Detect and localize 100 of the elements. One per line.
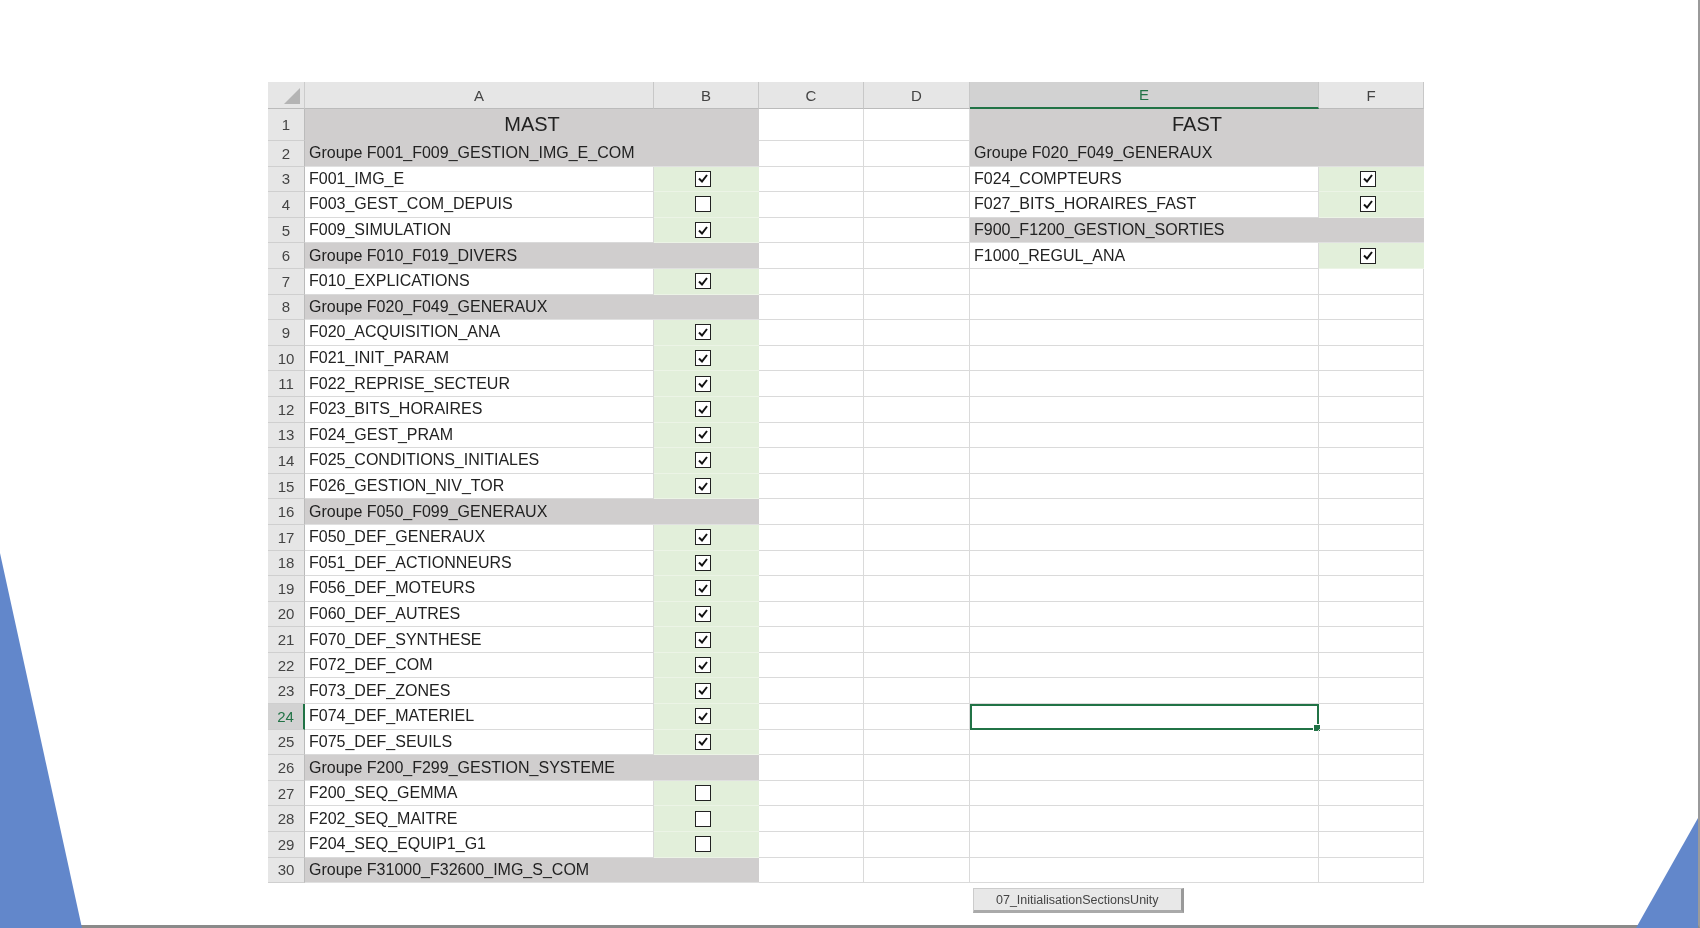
row-header[interactable]: 14 — [268, 448, 305, 474]
checkbox[interactable] — [694, 478, 711, 494]
row-header[interactable]: 15 — [268, 473, 305, 500]
row-header[interactable]: 16 — [268, 499, 305, 525]
row-header[interactable]: 26 — [268, 755, 305, 781]
active-cell[interactable] — [970, 704, 1319, 730]
table-cell: F001_IMG_E — [305, 166, 654, 193]
checkbox[interactable] — [694, 606, 711, 622]
checkmark-icon — [697, 737, 708, 747]
row-header[interactable]: 28 — [268, 806, 305, 833]
checkbox[interactable] — [694, 401, 711, 418]
table-cell: F024_GEST_PRAM — [305, 422, 654, 449]
table-cell: F010_EXPLICATIONS — [305, 268, 654, 295]
checkbox[interactable] — [694, 324, 711, 341]
checkmark-icon — [1362, 200, 1373, 209]
table-cell: F200_SEQ_GEMMA — [305, 780, 654, 807]
checkbox[interactable] — [1359, 247, 1376, 264]
checkmark-icon — [697, 558, 708, 568]
checkbox[interactable] — [694, 631, 711, 648]
section-title: FAST — [970, 109, 1424, 141]
column-header[interactable]: A — [305, 82, 654, 109]
row-header[interactable]: 3 — [268, 166, 305, 193]
column-header[interactable]: D — [864, 82, 970, 109]
row-header[interactable]: 23 — [268, 678, 305, 705]
checkmark-icon — [697, 379, 708, 389]
checkbox[interactable] — [694, 554, 711, 571]
table-cell: F056_DEF_MOTEURS — [305, 576, 654, 602]
column-header[interactable]: C — [759, 82, 864, 109]
row-header[interactable]: 7 — [268, 268, 305, 295]
group-header: Groupe F020_F049_GENERAUX — [305, 294, 759, 321]
row-header[interactable]: 22 — [268, 652, 305, 679]
checkbox[interactable] — [694, 273, 711, 290]
row-header[interactable]: 4 — [268, 192, 305, 218]
column-header[interactable]: E — [970, 82, 1319, 109]
checkmark-icon — [697, 327, 708, 337]
checkmark-icon — [697, 404, 708, 414]
row-header[interactable]: 2 — [268, 141, 305, 167]
table-cell: F020_ACQUISITION_ANA — [305, 320, 654, 346]
row-header[interactable]: 19 — [268, 576, 305, 602]
checkbox[interactable] — [694, 580, 711, 597]
row-header[interactable]: 24 — [268, 704, 305, 730]
table-cell: F070_DEF_SYNTHESE — [305, 627, 654, 653]
row-header[interactable]: 27 — [268, 780, 305, 807]
row-header[interactable]: 8 — [268, 294, 305, 321]
table-cell: F060_DEF_AUTRES — [305, 601, 654, 628]
checkmark-icon — [697, 635, 708, 645]
checkbox[interactable] — [694, 375, 711, 392]
section-title: MAST — [305, 109, 759, 141]
checkbox[interactable] — [694, 657, 711, 674]
table-cell: F204_SEQ_EQUIP1_G1 — [305, 832, 654, 858]
checkmark-icon — [1362, 251, 1373, 261]
checkbox[interactable] — [694, 452, 711, 469]
checkbox[interactable] — [694, 708, 711, 725]
group-header: F900_F1200_GESTION_SORTIES — [970, 217, 1424, 244]
checkbox[interactable] — [694, 733, 711, 750]
checkbox[interactable] — [694, 170, 711, 187]
checkbox[interactable] — [1359, 170, 1376, 187]
row-header[interactable]: 17 — [268, 524, 305, 551]
checkmark-icon — [1362, 174, 1373, 184]
row-header[interactable]: 10 — [268, 345, 305, 372]
row-header[interactable]: 29 — [268, 832, 305, 858]
checkbox[interactable] — [694, 196, 711, 213]
row-header[interactable]: 21 — [268, 627, 305, 653]
checkbox[interactable] — [694, 222, 711, 239]
row-header[interactable]: 5 — [268, 217, 305, 244]
table-cell: F022_REPRISE_SECTEUR — [305, 371, 654, 397]
group-header: Groupe F001_F009_GESTION_IMG_E_COM — [305, 141, 759, 167]
row-header[interactable]: 6 — [268, 243, 305, 269]
group-header: Groupe F31000_F32600_IMG_S_COM — [305, 857, 759, 884]
sheet-tab[interactable]: 07_InitialisationSectionsUnity — [973, 888, 1184, 914]
checkmark-icon — [697, 225, 708, 235]
row-header[interactable]: 20 — [268, 601, 305, 628]
checkbox[interactable] — [694, 350, 711, 367]
checkbox[interactable] — [1359, 196, 1376, 213]
table-cell: F072_DEF_COM — [305, 652, 654, 679]
row-header[interactable]: 18 — [268, 550, 305, 577]
table-cell: F025_CONDITIONS_INITIALES — [305, 448, 654, 474]
checkmark-icon — [697, 609, 708, 619]
table-cell: F021_INIT_PARAM — [305, 345, 654, 372]
checkbox[interactable] — [694, 529, 711, 546]
row-header[interactable]: 12 — [268, 396, 305, 423]
checkmark-icon — [697, 532, 708, 542]
row-header[interactable]: 25 — [268, 729, 305, 756]
column-header[interactable]: F — [1319, 82, 1424, 109]
checkmark-icon — [697, 660, 708, 670]
column-header[interactable]: B — [654, 82, 759, 109]
row-header[interactable]: 11 — [268, 371, 305, 397]
row-header[interactable]: 30 — [268, 857, 305, 884]
checkbox[interactable] — [694, 682, 711, 699]
table-cell: F202_SEQ_MAITRE — [305, 806, 654, 833]
checkbox[interactable] — [694, 836, 711, 853]
row-header[interactable]: 1 — [268, 109, 305, 141]
checkmark-icon — [697, 711, 708, 721]
checkbox[interactable] — [694, 810, 711, 827]
row-header[interactable]: 13 — [268, 422, 305, 449]
table-cell: F050_DEF_GENERAUX — [305, 524, 654, 551]
checkbox[interactable] — [694, 426, 711, 443]
row-header[interactable]: 9 — [268, 320, 305, 346]
group-header: Groupe F050_F099_GENERAUX — [305, 499, 759, 525]
checkbox[interactable] — [694, 785, 711, 802]
